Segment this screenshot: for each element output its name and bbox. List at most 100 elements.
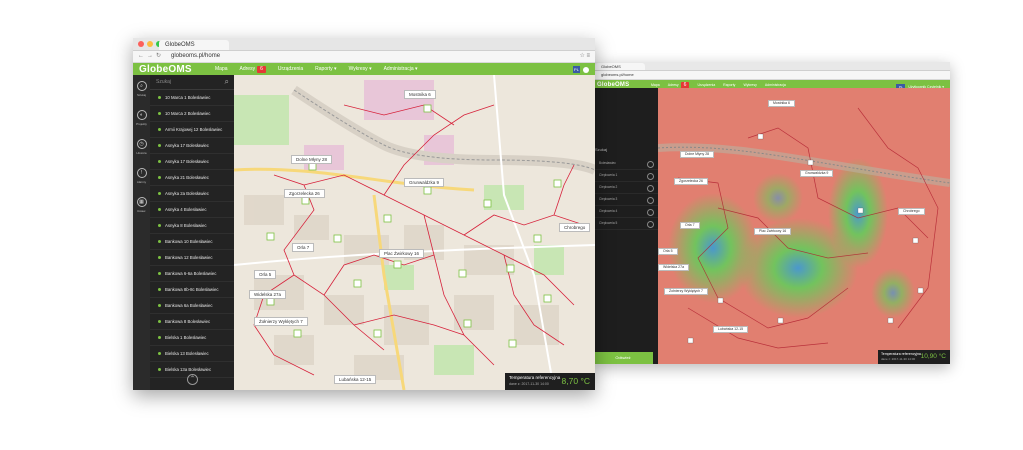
list-item[interactable]: Asnyka 4 Bolesławiec: [150, 202, 234, 218]
heatmap-browser-window: GlobeOMS globeoms.pl/home GlobeOMS Mapa …: [593, 62, 950, 364]
map-label[interactable]: Lubańska 12-15: [334, 375, 377, 384]
map-label[interactable]: Zgorzelecka 26: [674, 178, 708, 185]
close-window-icon[interactable]: [138, 41, 144, 47]
rail-alarms[interactable]: ! Alarmy: [133, 168, 150, 191]
list-item[interactable]: Ciepłownia 1: [593, 170, 658, 182]
browser-tab[interactable]: GlobeOMS: [595, 63, 645, 70]
list-item[interactable]: 10 Marca 2 Bolesławiec: [150, 106, 234, 122]
map-label[interactable]: Grunwaldzka 9: [800, 170, 834, 177]
map-label[interactable]: Orla 7: [680, 222, 700, 229]
rail-label: Ustaw.: [136, 209, 146, 213]
rail-projects[interactable]: ◐ Projekty: [133, 110, 150, 133]
collapse-panel-button[interactable]: ⌃: [187, 374, 198, 385]
temperature-label: Temperatura referencyjna: [881, 352, 921, 356]
user-avatar-icon: [583, 66, 589, 73]
circle-icon: [647, 197, 654, 204]
list-item[interactable]: 10 Marca 1 Bolesławiec: [150, 90, 234, 106]
list-item-label: Ciepłownia 3: [599, 197, 618, 201]
list-item[interactable]: Bankowa 10 Bolesławiec: [150, 234, 234, 250]
browser-menu-icon[interactable]: ☆ ≡: [579, 51, 590, 62]
list-item[interactable]: Asnyka 8 Bolesławiec: [150, 218, 234, 234]
heatmap-map[interactable]: Mostnika 6 Dolne Młyny 28 Grunwaldzka 9 …: [658, 88, 950, 364]
address-bar[interactable]: globeoms.pl/home: [593, 71, 950, 80]
circle-icon: [647, 161, 654, 168]
address-bar[interactable]: ←→↻ globeoms.pl/home ☆ ≡: [133, 51, 595, 63]
nav-addresses-label: Adresy: [667, 83, 679, 87]
refresh-button[interactable]: Odśwież: [593, 352, 653, 364]
map-label[interactable]: Grunwaldzka 9: [404, 178, 445, 187]
map-label[interactable]: Lubańska 12-15: [713, 326, 749, 333]
list-item[interactable]: Asnyka 21 Bolesławiec: [150, 170, 234, 186]
list-item[interactable]: Bielska 13 Bolesławiec: [150, 346, 234, 362]
alarms-icon: !: [136, 168, 147, 178]
map-label[interactable]: Zgorzelecka 26: [284, 189, 325, 198]
map-label[interactable]: Mostnika 6: [404, 90, 436, 99]
list-item[interactable]: Bankowa 6a Bolesławiec: [150, 298, 234, 314]
map-label[interactable]: Widelska 27a: [658, 264, 690, 271]
map-label[interactable]: Chrobrego: [898, 208, 925, 215]
user-menu[interactable]: PL: [573, 66, 589, 73]
reference-temperature-panel: Temperatura referencyjna dane z: 2017-11…: [505, 373, 595, 390]
list-item[interactable]: Bankowa 12 Bolesławiec: [150, 250, 234, 266]
browser-tab-bar: GlobeOMS: [593, 62, 950, 71]
alert-badge: 6: [257, 66, 266, 73]
url-text: globeoms.pl/home: [171, 53, 221, 59]
search-icon: ⌕: [136, 81, 147, 91]
minimize-window-icon[interactable]: [147, 41, 153, 47]
list-item[interactable]: Asnyka 2a Bolesławiec: [150, 186, 234, 202]
temperature-date: dane z: 2017-11-30 14:00: [881, 357, 916, 361]
list-item-label: Ciepłownia 1: [599, 173, 618, 177]
map-label[interactable]: Żołnierzy Wyklętych 7: [664, 288, 709, 295]
list-item[interactable]: Bolesławiec: [593, 158, 658, 170]
map-label[interactable]: Dolne Młyny 28: [291, 155, 333, 164]
search-input[interactable]: Szukaj ⌕: [150, 75, 234, 90]
map-label[interactable]: Orla 7: [292, 243, 315, 252]
map-label[interactable]: Mostnika 6: [768, 100, 795, 107]
address-panel: Szukaj ⌕ 10 Marca 1 Bolesławiec 10 Marca…: [150, 75, 234, 390]
city-map[interactable]: Mostnika 6 Dolne Młyny 28 Grunwaldzka 9 …: [234, 75, 595, 390]
browser-tab-bar: GlobeOMS: [133, 38, 595, 51]
map-label[interactable]: Widelska 27a: [249, 290, 287, 299]
map-label[interactable]: Żołnierzy Wyklętych 7: [254, 317, 308, 326]
list-item[interactable]: Ciepłownia 4: [593, 206, 658, 218]
tool-rail: ⌕ Szukaj ◐ Projekty ◷ Historia ! Alarmy ▦ Ust…: [133, 75, 150, 390]
search-placeholder: Szukaj: [156, 79, 172, 85]
circle-icon: [647, 185, 654, 192]
map-label[interactable]: Orla 5: [658, 248, 678, 255]
temperature-value: 8,70 °C: [561, 376, 590, 386]
list-item[interactable]: Asnyka 17 Bolesławiec: [150, 154, 234, 170]
map-label[interactable]: Orla 5: [254, 270, 277, 279]
search-label: Szukaj: [595, 147, 608, 152]
flag-icon: PL: [573, 66, 580, 73]
rail-settings[interactable]: ▦ Ustaw.: [133, 197, 150, 220]
reference-temperature-panel: Temperatura referencyjna dane z: 2017-11…: [878, 350, 950, 364]
rail-search[interactable]: ⌕ Szukaj: [133, 81, 150, 104]
list-item[interactable]: Ciepłownia 3: [593, 194, 658, 206]
url-text: globeoms.pl/home: [601, 72, 634, 77]
nav-addresses-label: Adresy: [239, 66, 256, 72]
map-label[interactable]: Plac Żwirkowy 16: [379, 249, 425, 258]
list-item[interactable]: Asnyka 17 Bolesławiec: [150, 138, 234, 154]
list-item[interactable]: Bankowa 8b-8c Bolesławiec: [150, 282, 234, 298]
temperature-value: 10,90 °C: [920, 353, 946, 360]
map-label[interactable]: Plac Żwirkowy 16: [754, 228, 792, 235]
list-item[interactable]: Ciepłownia 5: [593, 218, 658, 230]
browser-nav-icons[interactable]: ←→↻: [138, 51, 164, 62]
rail-label: Szukaj: [136, 93, 146, 97]
browser-tab[interactable]: GlobeOMS: [159, 40, 229, 50]
temperature-date: dane z: 2017-11-30 14:00: [509, 382, 549, 386]
projects-icon: ◐: [136, 110, 147, 120]
rail-history[interactable]: ◷ Historia: [133, 139, 150, 162]
map-label[interactable]: Chrobrego: [559, 223, 591, 232]
circle-icon: [647, 221, 654, 228]
map-canvas: [234, 75, 595, 390]
list-item[interactable]: Armii Krajowej 12 Bolesławiec: [150, 122, 234, 138]
map-label[interactable]: Dolne Młyny 28: [680, 151, 715, 158]
list-item[interactable]: Ciepłownia 2: [593, 182, 658, 194]
list-item-label: Ciepłownia 5: [599, 221, 618, 225]
search-icon[interactable]: ⌕: [225, 75, 229, 89]
list-item[interactable]: Bielska 1 Bolesławiec: [150, 330, 234, 346]
list-item-label: Bolesławiec: [599, 161, 616, 165]
list-item[interactable]: Bankowa 6-6a Bolesławiec: [150, 266, 234, 282]
list-item[interactable]: Bankowa 8 Bolesławiec: [150, 314, 234, 330]
